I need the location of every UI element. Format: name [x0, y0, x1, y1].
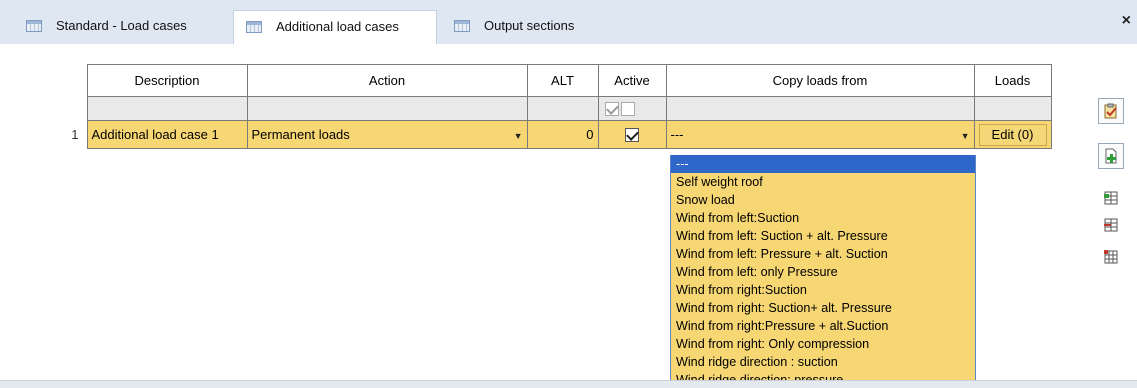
dropdown-option[interactable]: Wind from right:Suction: [671, 281, 975, 299]
filter-active: [597, 96, 667, 121]
action-select[interactable]: Permanent loads ▼: [246, 120, 528, 149]
description-cell[interactable]: Additional load case 1: [86, 120, 248, 149]
filter-description[interactable]: [86, 96, 248, 121]
filter-checked-checkbox[interactable]: [604, 101, 619, 116]
tab-strip: Standard - Load cases Additional load ca…: [0, 0, 1137, 44]
copy-loads-from-dropdown-list: --- Self weight roof Snow load Wind from…: [670, 155, 976, 388]
dropdown-option[interactable]: Wind from left: only Pressure: [671, 263, 975, 281]
insert-row-icon[interactable]: [1098, 185, 1124, 211]
close-icon[interactable]: ×: [1122, 12, 1131, 30]
column-header-action[interactable]: Action: [246, 64, 528, 97]
dropdown-option[interactable]: Wind from right: Only compression: [671, 335, 975, 353]
header-row: Description Action ALT Active Copy loads…: [60, 64, 1052, 97]
column-header-loads[interactable]: Loads: [973, 64, 1052, 97]
active-filter-toggle: [603, 101, 662, 116]
dropdown-option[interactable]: ---: [671, 155, 975, 173]
row-number: 1: [60, 120, 87, 149]
copy-loads-from-select[interactable]: --- ▼: [665, 120, 975, 149]
edit-loads-button[interactable]: Edit (0): [978, 123, 1047, 146]
chevron-down-icon[interactable]: ▼: [514, 131, 523, 141]
tab-output-sections[interactable]: Output sections: [448, 10, 608, 44]
dropdown-option[interactable]: Wind from left: Pressure + alt. Suction: [671, 245, 975, 263]
alt-cell[interactable]: 0: [526, 120, 599, 149]
tab-label: Output sections: [484, 18, 575, 33]
filter-row: [60, 96, 1052, 121]
filter-loads[interactable]: [973, 96, 1052, 121]
table-icon: [246, 21, 262, 33]
active-checkbox[interactable]: [625, 128, 639, 143]
filter-row-number: [60, 96, 87, 121]
delete-row-icon[interactable]: [1098, 212, 1124, 238]
column-header-copy-loads-from[interactable]: Copy loads from: [665, 64, 975, 97]
tab-label: Additional load cases: [276, 19, 399, 34]
table-icon: [454, 20, 470, 32]
filter-unchecked-checkbox[interactable]: [620, 101, 635, 116]
active-cell[interactable]: [597, 120, 667, 149]
dropdown-option[interactable]: Self weight roof: [671, 173, 975, 191]
dropdown-option[interactable]: Wind from left: Suction + alt. Pressure: [671, 227, 975, 245]
load-case-grid: Description Action ALT Active Copy loads…: [60, 64, 1052, 149]
dropdown-option[interactable]: Wind from right: Suction+ alt. Pressure: [671, 299, 975, 317]
table-columns-icon[interactable]: [1098, 244, 1124, 270]
column-header-alt[interactable]: ALT: [526, 64, 599, 97]
tab-label: Standard - Load cases: [56, 18, 187, 33]
copy-loads-from-value: ---: [670, 127, 684, 142]
dropdown-option[interactable]: Wind ridge direction : suction: [671, 353, 975, 371]
dropdown-option[interactable]: Snow load: [671, 191, 975, 209]
status-bar: [0, 380, 1137, 388]
table-icon: [26, 20, 42, 32]
column-header-active[interactable]: Active: [597, 64, 667, 97]
add-document-icon[interactable]: [1098, 143, 1124, 169]
column-header-description[interactable]: Description: [86, 64, 248, 97]
chevron-down-icon[interactable]: ▼: [961, 131, 970, 141]
loads-cell: Edit (0): [973, 120, 1052, 149]
filter-alt[interactable]: [526, 96, 599, 121]
row-number-header: [60, 64, 87, 97]
filter-copy-loads-from[interactable]: [665, 96, 975, 121]
dropdown-option[interactable]: Wind from left:Suction: [671, 209, 975, 227]
tab-additional-load-cases[interactable]: Additional load cases: [233, 10, 437, 44]
dropdown-option[interactable]: Wind from right:Pressure + alt.Suction: [671, 317, 975, 335]
filter-action[interactable]: [246, 96, 528, 121]
table-row[interactable]: 1 Additional load case 1 Permanent loads…: [60, 120, 1052, 149]
action-value: Permanent loads: [251, 127, 350, 142]
tab-standard-load-cases[interactable]: Standard - Load cases: [10, 10, 222, 44]
clipboard-check-icon[interactable]: [1098, 98, 1124, 124]
